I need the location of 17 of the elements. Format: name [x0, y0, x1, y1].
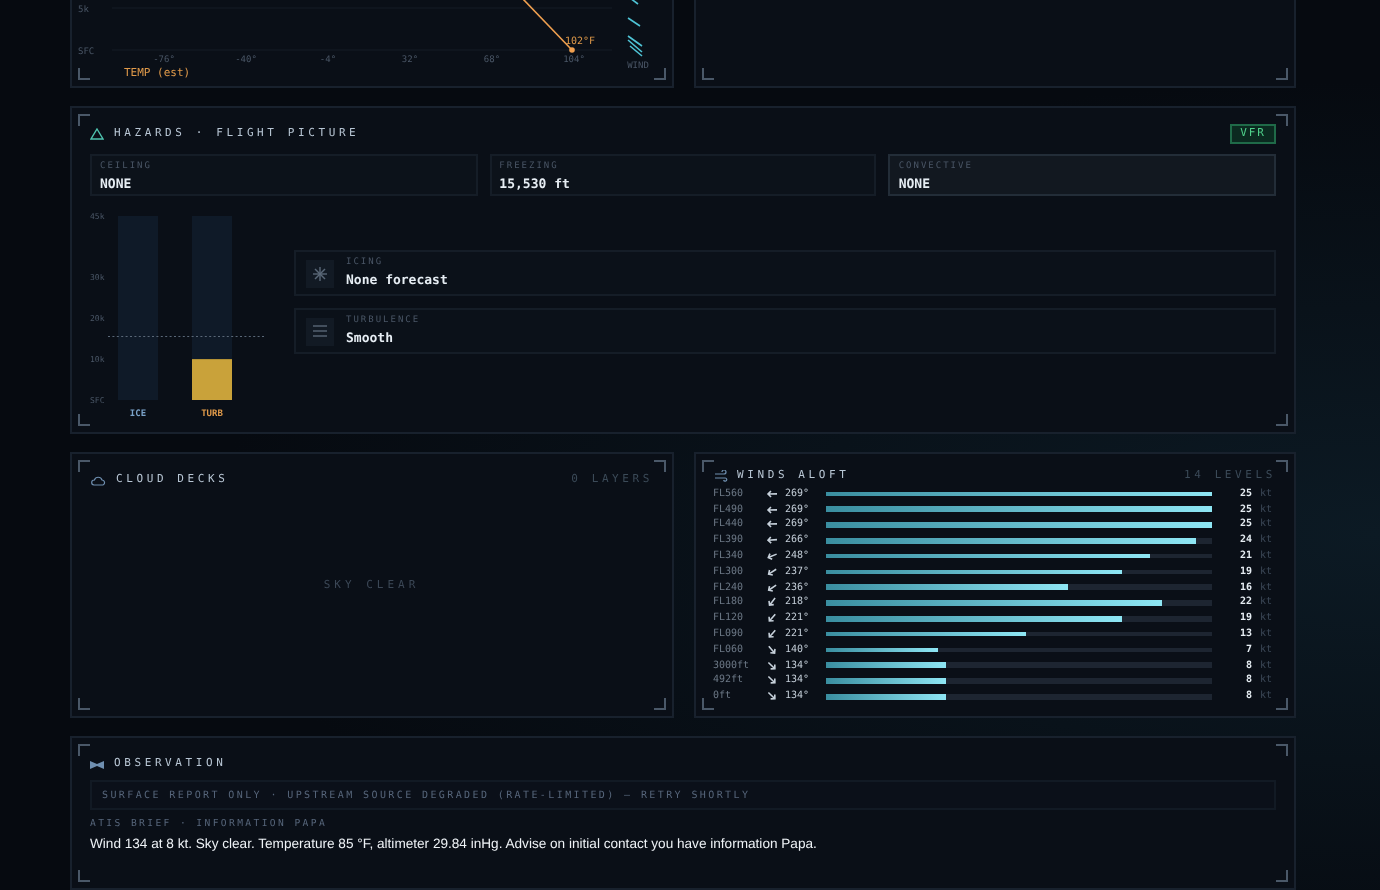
wind-barb-icon	[627, 0, 643, 57]
arrow-icon	[762, 672, 780, 690]
arrow-icon	[762, 610, 780, 627]
cloud-icon	[90, 475, 106, 485]
arrow-icon	[762, 563, 780, 581]
arrow-icon	[762, 594, 780, 612]
snowflake-icon	[312, 265, 328, 281]
arrow-icon	[764, 487, 778, 500]
wind-icon	[713, 470, 727, 482]
warning-icon	[90, 128, 104, 140]
arrow-icon	[762, 656, 780, 674]
arrow-icon	[762, 641, 780, 659]
arrow-icon	[762, 625, 780, 643]
arrow-icon	[762, 688, 780, 705]
arrow-icon	[762, 579, 780, 596]
bar	[192, 359, 232, 400]
lines-icon	[312, 324, 328, 338]
